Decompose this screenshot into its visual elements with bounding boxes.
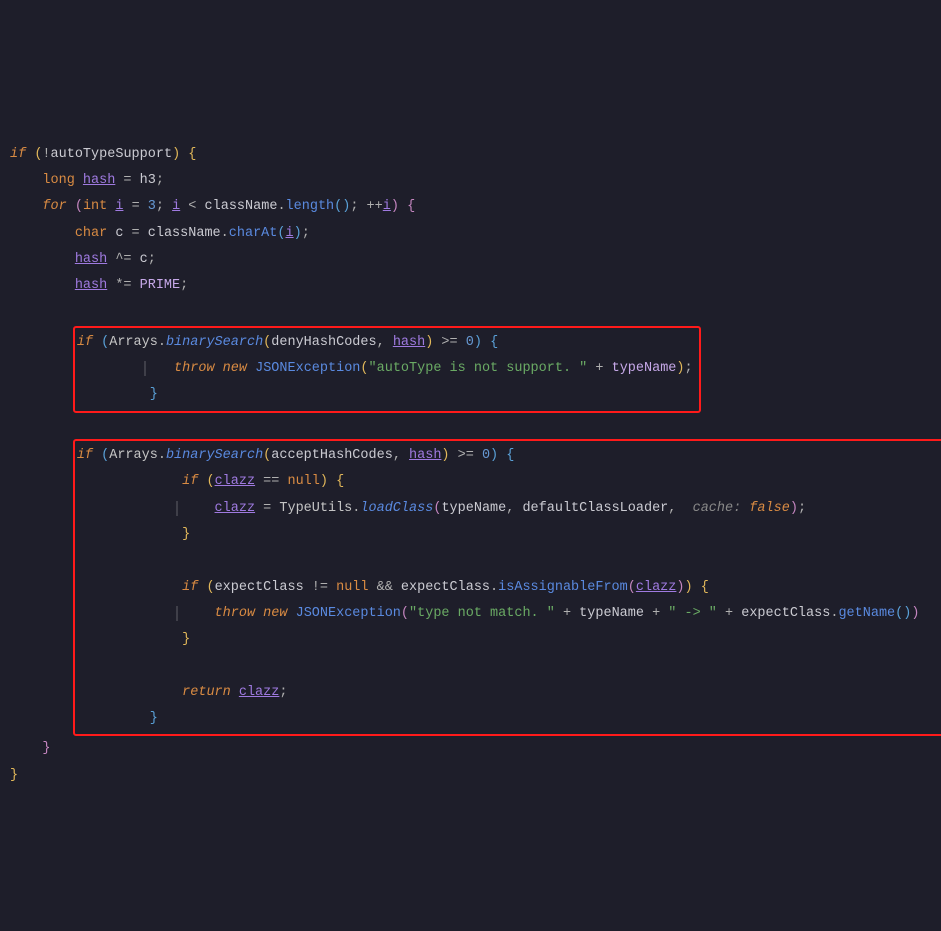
code-line (10, 418, 18, 433)
code-editor-view: if (!autoTypeSupport) { long hash = h3; … (10, 115, 931, 789)
code-line: } (10, 768, 18, 783)
code-line: if (!autoTypeSupport) { (10, 147, 196, 162)
code-line: long hash = h3; (10, 173, 164, 188)
code-line: hash ^= c; (10, 252, 156, 267)
code-line (10, 304, 18, 319)
keyword-if: if (10, 147, 26, 162)
highlight-box-deny: if (Arrays.binarySearch(denyHashCodes, h… (10, 387, 701, 402)
highlight-box-accept: if (Arrays.binarySearch(acceptHashCodes,… (10, 711, 941, 726)
code-line: for (int i = 3; i < className.length(); … (10, 199, 415, 214)
code-line: } (10, 741, 51, 756)
code-line: char c = className.charAt(i); (10, 226, 310, 241)
code-line: hash *= PRIME; (10, 278, 188, 293)
